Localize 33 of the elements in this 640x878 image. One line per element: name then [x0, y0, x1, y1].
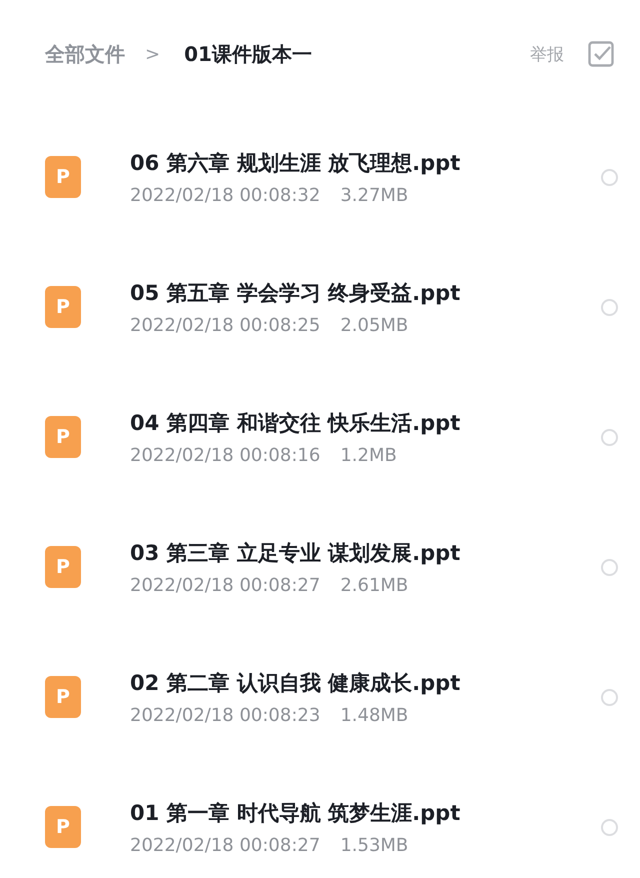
file-name[interactable]: 01 第一章 时代导航 筑梦生涯.ppt: [130, 798, 601, 826]
presentation-file-icon: P: [45, 286, 81, 328]
presentation-file-icon: P: [45, 156, 81, 198]
file-size: 2.05MB: [340, 314, 408, 336]
select-radio[interactable]: [601, 688, 618, 706]
file-size: 2.61MB: [340, 574, 408, 596]
file-size: 3.27MB: [340, 184, 408, 206]
file-size: 1.2MB: [340, 444, 397, 466]
current-folder-title: 01课件版本一: [184, 40, 312, 68]
select-radio[interactable]: [601, 298, 618, 316]
presentation-file-icon: P: [45, 416, 81, 458]
select-radio[interactable]: [601, 818, 618, 836]
checkbox-icon[interactable]: [588, 41, 614, 67]
file-name[interactable]: 02 第二章 认识自我 健康成长.ppt: [130, 668, 601, 696]
file-name[interactable]: 03 第三章 立足专业 谋划发展.ppt: [130, 538, 601, 566]
breadcrumb-separator: >: [145, 44, 160, 64]
file-date: 2022/02/18 00:08:27: [130, 574, 320, 596]
select-radio[interactable]: [601, 428, 618, 446]
presentation-file-icon: P: [45, 676, 81, 718]
file-date: 2022/02/18 00:08:32: [130, 184, 320, 206]
select-radio[interactable]: [601, 168, 618, 186]
file-size: 1.48MB: [340, 704, 408, 726]
file-date: 2022/02/18 00:08:16: [130, 444, 320, 466]
file-name[interactable]: 05 第五章 学会学习 终身受益.ppt: [130, 278, 601, 306]
file-date: 2022/02/18 00:08:25: [130, 314, 320, 336]
file-name[interactable]: 06 第六章 规划生涯 放飞理想.ppt: [130, 148, 601, 176]
presentation-file-icon: P: [45, 806, 81, 848]
file-name[interactable]: 04 第四章 和谐交往 快乐生活.ppt: [130, 408, 601, 436]
select-radio[interactable]: [601, 558, 618, 576]
file-date: 2022/02/18 00:08:23: [130, 704, 320, 726]
file-size: 1.53MB: [340, 834, 408, 856]
file-date: 2022/02/18 00:08:27: [130, 834, 320, 856]
presentation-file-icon: P: [45, 546, 81, 588]
